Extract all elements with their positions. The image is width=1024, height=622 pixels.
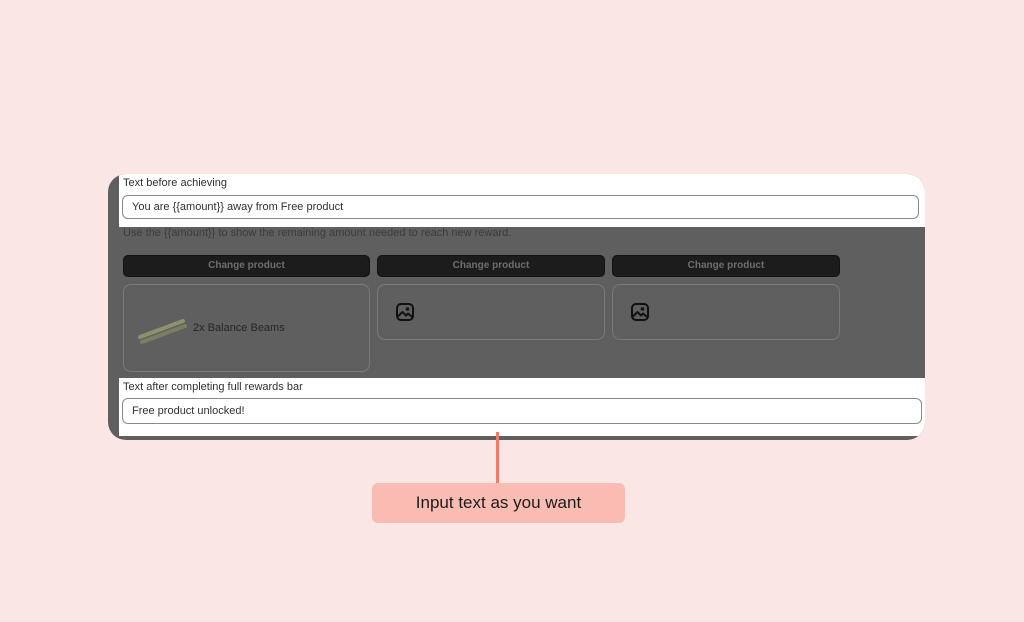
balance-beam-image bbox=[138, 319, 187, 344]
change-product-button-3[interactable]: Change product bbox=[612, 255, 840, 277]
product-card-2[interactable] bbox=[377, 284, 605, 340]
product-card-1[interactable]: 2x Balance Beams bbox=[123, 284, 370, 372]
callout-label: Input text as you want bbox=[372, 483, 625, 523]
after-text-input[interactable] bbox=[122, 398, 922, 424]
product-card-3[interactable] bbox=[612, 284, 840, 340]
change-product-button-1[interactable]: Change product bbox=[123, 255, 370, 277]
settings-panel: Text before achieving Use the {{amount}}… bbox=[108, 174, 925, 440]
before-text-section: Text before achieving bbox=[119, 174, 925, 227]
before-text-input[interactable] bbox=[122, 195, 919, 219]
product-title: 2x Balance Beams bbox=[193, 322, 285, 334]
image-placeholder-icon bbox=[396, 303, 414, 321]
after-text-label: Text after completing full rewards bar bbox=[123, 381, 303, 393]
image-placeholder-icon bbox=[631, 303, 649, 321]
callout-connector bbox=[496, 432, 499, 484]
after-text-section: Text after completing full rewards bar bbox=[119, 378, 925, 436]
help-text: Use the {{amount}} to show the remaining… bbox=[123, 227, 512, 239]
before-text-label: Text before achieving bbox=[123, 177, 227, 189]
change-product-button-2[interactable]: Change product bbox=[377, 255, 605, 277]
